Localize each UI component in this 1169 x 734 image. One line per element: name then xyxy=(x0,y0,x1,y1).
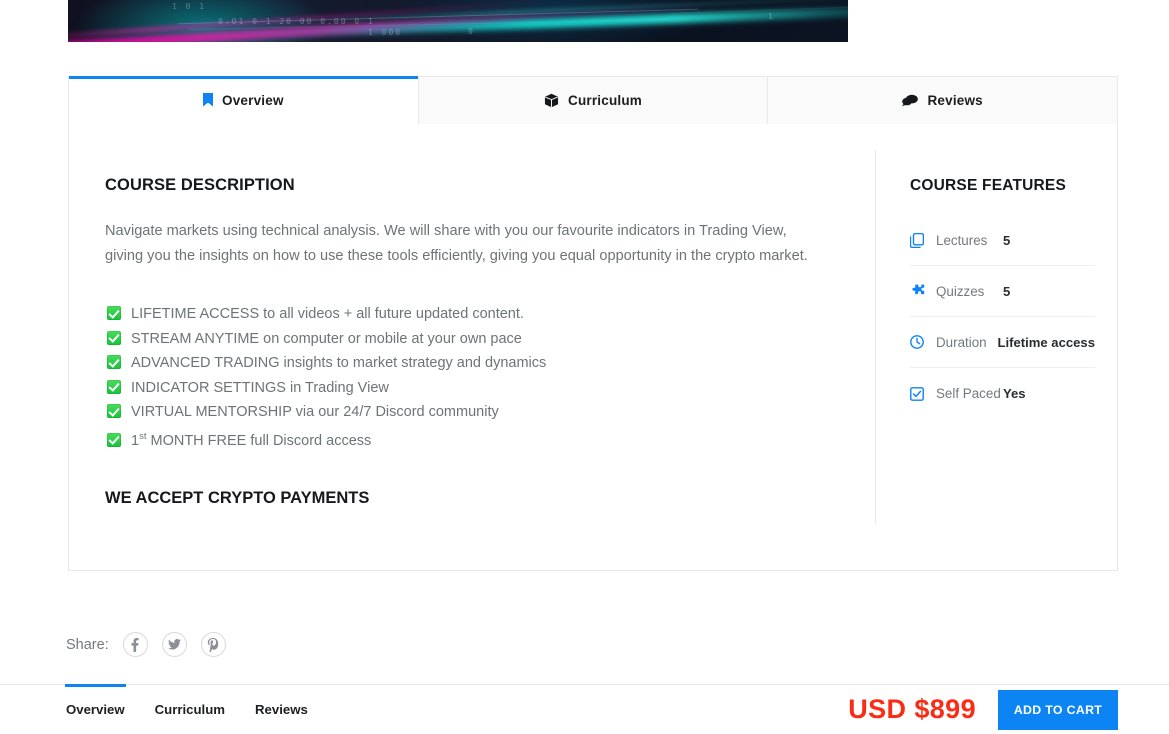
course-description-text: Navigate markets using technical analysi… xyxy=(105,223,808,264)
tab-reviews[interactable]: Reviews xyxy=(768,76,1119,125)
course-feature-value: 5 xyxy=(1003,283,1011,299)
course-feature-row-quizzes: Quizzes 5 xyxy=(910,266,1095,317)
banner-tick-label: 0.01 0 1 20 00 0.00 0 1 xyxy=(218,17,375,26)
twitter-share-button[interactable] xyxy=(161,632,187,657)
list-item: VIRTUAL MENTORSHIP via our 24/7 Discord … xyxy=(105,400,835,425)
bottom-nav-overview[interactable]: Overview xyxy=(65,683,126,734)
banner-tick-label: 1 000 xyxy=(368,28,403,37)
course-banner-image: 1 0 1 0.01 0 1 20 00 0.00 0 1 1 000 0 1 xyxy=(68,0,848,42)
course-features-column: COURSE FEATURES Lectures 5 Quizzes 5 Dur… xyxy=(876,124,1117,570)
bottom-nav-reviews[interactable]: Reviews xyxy=(255,685,308,734)
list-item: ADVANCED TRADING insights to market stra… xyxy=(105,351,835,376)
share-label: Share: xyxy=(66,636,109,653)
check-icon xyxy=(107,432,121,447)
course-feature-value: Yes xyxy=(1003,386,1026,401)
course-feature-label: Lectures xyxy=(936,232,988,248)
course-feature-label: Quizzes xyxy=(936,283,985,299)
course-feature-value: Lifetime access xyxy=(997,334,1095,350)
tab-reviews-label: Reviews xyxy=(927,93,983,108)
tab-curriculum-label: Curriculum xyxy=(568,93,643,108)
course-feature-row-self-paced: Self Paced Yes xyxy=(910,368,1095,419)
course-feature-row-lectures: Lectures 5 xyxy=(910,215,1095,266)
facebook-share-button[interactable] xyxy=(122,632,148,657)
check-icon xyxy=(107,330,121,345)
clock-icon xyxy=(910,335,936,349)
bottom-nav-curriculum[interactable]: Curriculum xyxy=(155,685,225,734)
bookmark-icon xyxy=(203,93,214,107)
banner-tick-label: 0 xyxy=(468,27,475,36)
tab-curriculum[interactable]: Curriculum xyxy=(418,76,769,125)
banner-tick-label: 1 xyxy=(768,12,775,21)
banner-tick-label: 1 0 1 xyxy=(172,2,207,11)
check-icon xyxy=(107,306,121,321)
course-tabs: Overview Curriculum Reviews xyxy=(68,76,1119,125)
checkbox-icon xyxy=(910,386,936,401)
list-item-text: 1st MONTH FREE full Discord access xyxy=(131,425,371,453)
crypto-payments-heading: WE ACCEPT CRYPTO PAYMENTS xyxy=(105,489,370,508)
course-feature-row-duration: Duration Lifetime access xyxy=(910,317,1095,368)
list-item: 1st MONTH FREE full Discord access xyxy=(105,425,835,453)
list-item-rest: MONTH FREE full Discord access xyxy=(146,432,372,449)
tab-overview-label: Overview xyxy=(222,92,284,108)
share-row: Share: xyxy=(66,632,226,657)
overview-column: COURSE DESCRIPTION Navigate markets usin… xyxy=(69,124,875,570)
check-icon xyxy=(107,379,121,394)
check-icon xyxy=(107,355,121,370)
list-item-prefix: 1 xyxy=(131,432,140,449)
course-highlights-list: LIFETIME ACCESS to all videos + all futu… xyxy=(105,302,835,453)
purchase-area: USD $899 ADD TO CART xyxy=(848,689,1169,730)
pinterest-share-button[interactable] xyxy=(200,632,226,657)
course-feature-value: 5 xyxy=(1003,232,1011,248)
check-icon xyxy=(107,404,121,419)
list-item-text: ADVANCED TRADING insights to market stra… xyxy=(131,355,547,372)
add-to-cart-button[interactable]: ADD TO CART xyxy=(998,689,1118,730)
comment-icon xyxy=(902,94,919,107)
list-item-text: INDICATOR SETTINGS in Trading View xyxy=(131,379,389,396)
list-item-text: LIFETIME ACCESS to all videos + all futu… xyxy=(131,306,524,323)
course-features-heading: COURSE FEATURES xyxy=(910,177,1067,194)
puzzle-icon xyxy=(910,284,936,298)
cube-icon xyxy=(544,93,559,108)
sticky-bottom-bar: Overview Curriculum Reviews USD $899 ADD… xyxy=(0,683,1169,734)
list-item: LIFETIME ACCESS to all videos + all futu… xyxy=(105,302,835,327)
list-item-text: STREAM ANYTIME on computer or mobile at … xyxy=(131,330,522,347)
copy-icon xyxy=(910,232,936,248)
list-item-text: VIRTUAL MENTORSHIP via our 24/7 Discord … xyxy=(131,404,499,421)
list-item: INDICATOR SETTINGS in Trading View xyxy=(105,376,835,401)
tab-overview[interactable]: Overview xyxy=(68,76,419,125)
course-description-heading: COURSE DESCRIPTION xyxy=(105,176,295,194)
course-price: USD $899 xyxy=(848,694,976,724)
course-feature-label: Duration xyxy=(936,334,987,350)
bottom-nav: Overview Curriculum Reviews xyxy=(65,683,308,734)
course-feature-label: Self Paced xyxy=(936,386,1001,401)
tab-content-panel: COURSE DESCRIPTION Navigate markets usin… xyxy=(68,124,1118,571)
course-page: 1 0 1 0.01 0 1 20 00 0.00 0 1 1 000 0 1 … xyxy=(0,0,1169,734)
list-item: STREAM ANYTIME on computer or mobile at … xyxy=(105,327,835,352)
